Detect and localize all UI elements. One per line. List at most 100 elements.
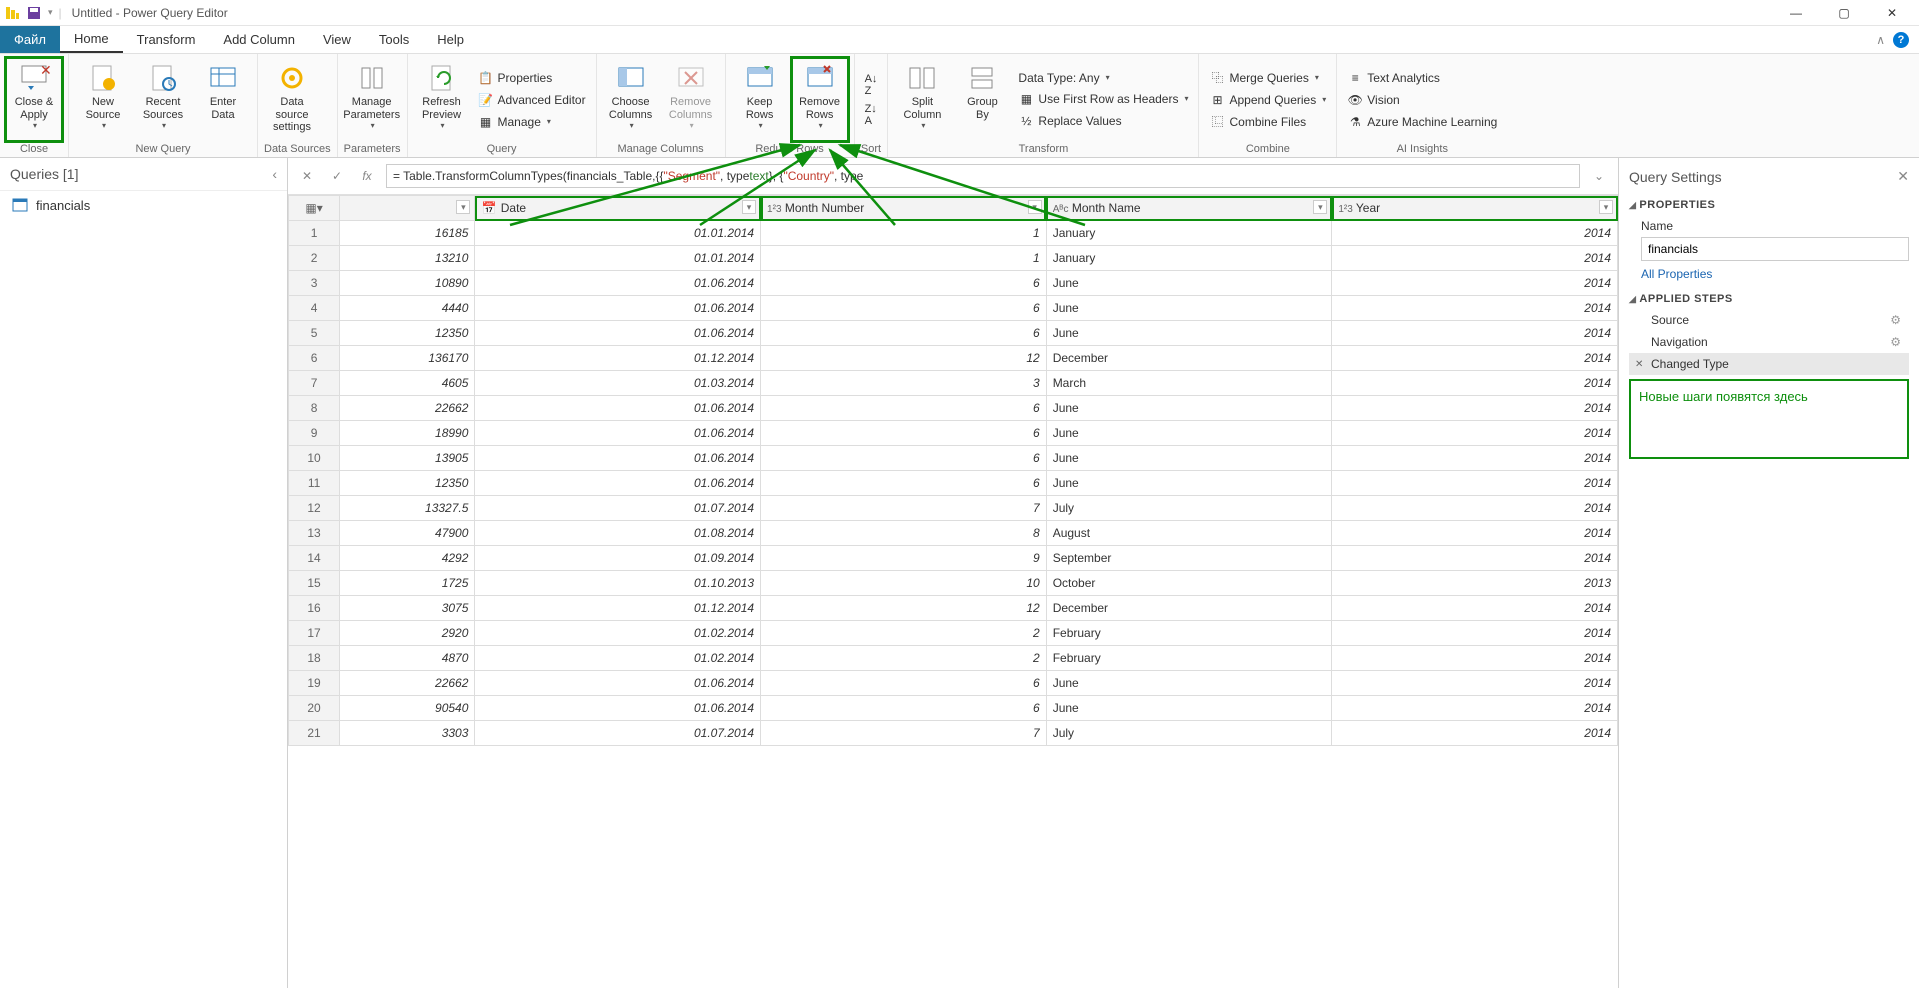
- sort-desc-button[interactable]: Z↓A: [861, 101, 882, 129]
- cell[interactable]: June: [1046, 671, 1332, 696]
- cell[interactable]: 6: [761, 696, 1047, 721]
- cell[interactable]: 1: [761, 246, 1047, 271]
- data-grid[interactable]: ▦▾ ▾ 📅 Date▾ 1²3 Month Number▾ Aᴮc Month…: [288, 195, 1618, 988]
- cell[interactable]: 2014: [1332, 446, 1618, 471]
- cell[interactable]: 4292: [340, 546, 475, 571]
- tab-tools[interactable]: Tools: [365, 26, 423, 53]
- table-row[interactable]: 14 4292 01.09.2014 9 September 2014: [289, 546, 1618, 571]
- table-row[interactable]: 11 12350 01.06.2014 6 June 2014: [289, 471, 1618, 496]
- cell[interactable]: 01.01.2014: [475, 246, 761, 271]
- step-source[interactable]: Source⚙: [1629, 309, 1909, 331]
- filter-icon[interactable]: ▾: [456, 200, 470, 214]
- remove-columns-button[interactable]: RemoveColumns: [663, 58, 719, 141]
- cell[interactable]: 10: [761, 571, 1047, 596]
- applied-steps-header[interactable]: APPLIED STEPS: [1629, 287, 1909, 309]
- table-row[interactable]: 6 136170 01.12.2014 12 December 2014: [289, 346, 1618, 371]
- table-row[interactable]: 5 12350 01.06.2014 6 June 2014: [289, 321, 1618, 346]
- cell[interactable]: 6: [761, 321, 1047, 346]
- cell[interactable]: 01.02.2014: [475, 646, 761, 671]
- cell[interactable]: 2014: [1332, 371, 1618, 396]
- accept-formula-icon[interactable]: ✓: [326, 165, 348, 187]
- cell[interactable]: 2014: [1332, 471, 1618, 496]
- cell[interactable]: 4870: [340, 646, 475, 671]
- cell[interactable]: 2014: [1332, 546, 1618, 571]
- col-year[interactable]: 1²3 Year▾: [1332, 196, 1618, 221]
- cell[interactable]: 16185: [340, 221, 475, 246]
- choose-columns-button[interactable]: ChooseColumns: [603, 58, 659, 141]
- text-analytics-button[interactable]: ≡Text Analytics: [1343, 68, 1501, 88]
- table-row[interactable]: 3 10890 01.06.2014 6 June 2014: [289, 271, 1618, 296]
- formula-input[interactable]: = Table.TransformColumnTypes(financials_…: [386, 164, 1580, 188]
- cell[interactable]: 01.06.2014: [475, 271, 761, 296]
- step-navigation[interactable]: Navigation⚙: [1629, 331, 1909, 353]
- cell[interactable]: June: [1046, 696, 1332, 721]
- cell[interactable]: 01.02.2014: [475, 621, 761, 646]
- cell[interactable]: October: [1046, 571, 1332, 596]
- cell[interactable]: 2014: [1332, 671, 1618, 696]
- tab-transform[interactable]: Transform: [123, 26, 210, 53]
- tab-view[interactable]: View: [309, 26, 365, 53]
- qat-dropdown-icon[interactable]: ▾: [48, 7, 53, 18]
- close-apply-button[interactable]: ✕ Close &Apply: [6, 58, 62, 141]
- cell[interactable]: June: [1046, 421, 1332, 446]
- data-source-settings-button[interactable]: Data sourcesettings: [264, 58, 320, 141]
- enter-data-button[interactable]: EnterData: [195, 58, 251, 141]
- cancel-formula-icon[interactable]: ✕: [296, 165, 318, 187]
- filter-icon[interactable]: ▾: [1028, 200, 1042, 214]
- minimize-button[interactable]: —: [1781, 3, 1811, 23]
- all-properties-link[interactable]: All Properties: [1641, 261, 1909, 287]
- cell[interactable]: 01.07.2014: [475, 496, 761, 521]
- cell[interactable]: June: [1046, 471, 1332, 496]
- cell[interactable]: 3: [761, 371, 1047, 396]
- maximize-button[interactable]: ▢: [1829, 3, 1859, 23]
- query-name-input[interactable]: [1641, 237, 1909, 261]
- new-source-button[interactable]: NewSource: [75, 58, 131, 141]
- col-unnamed[interactable]: ▾: [340, 196, 475, 221]
- gear-icon[interactable]: ⚙: [1890, 313, 1901, 327]
- cell[interactable]: 6: [761, 421, 1047, 446]
- cell[interactable]: 9: [761, 546, 1047, 571]
- cell[interactable]: 01.01.2014: [475, 221, 761, 246]
- cell[interactable]: February: [1046, 646, 1332, 671]
- query-item-financials[interactable]: financials: [0, 191, 287, 219]
- table-row[interactable]: 17 2920 01.02.2014 2 February 2014: [289, 621, 1618, 646]
- tab-home[interactable]: Home: [60, 26, 123, 53]
- cell[interactable]: 18990: [340, 421, 475, 446]
- cell[interactable]: 2: [761, 646, 1047, 671]
- tab-add-column[interactable]: Add Column: [209, 26, 309, 53]
- cell[interactable]: December: [1046, 596, 1332, 621]
- cell[interactable]: 3075: [340, 596, 475, 621]
- table-row[interactable]: 4 4440 01.06.2014 6 June 2014: [289, 296, 1618, 321]
- cell[interactable]: September: [1046, 546, 1332, 571]
- manage-button[interactable]: ▦Manage: [474, 112, 590, 132]
- cell[interactable]: 2014: [1332, 321, 1618, 346]
- table-row[interactable]: 21 3303 01.07.2014 7 July 2014: [289, 721, 1618, 746]
- table-row[interactable]: 9 18990 01.06.2014 6 June 2014: [289, 421, 1618, 446]
- cell[interactable]: January: [1046, 221, 1332, 246]
- filter-icon[interactable]: ▾: [742, 200, 756, 214]
- table-row[interactable]: 12 13327.5 01.07.2014 7 July 2014: [289, 496, 1618, 521]
- cell[interactable]: 8: [761, 521, 1047, 546]
- cell[interactable]: 2014: [1332, 396, 1618, 421]
- cell[interactable]: 01.07.2014: [475, 721, 761, 746]
- cell[interactable]: 7: [761, 496, 1047, 521]
- filter-icon[interactable]: ▾: [1313, 200, 1327, 214]
- manage-parameters-button[interactable]: ManageParameters: [344, 58, 400, 141]
- properties-button[interactable]: 📋Properties: [474, 68, 590, 88]
- refresh-preview-button[interactable]: RefreshPreview: [414, 58, 470, 141]
- sort-asc-button[interactable]: A↓Z: [861, 71, 882, 99]
- append-queries-button[interactable]: ⊞Append Queries: [1205, 90, 1330, 110]
- combine-files-button[interactable]: ⿺Combine Files: [1205, 112, 1330, 132]
- cell[interactable]: August: [1046, 521, 1332, 546]
- first-row-headers-button[interactable]: ▦Use First Row as Headers: [1014, 89, 1192, 109]
- table-row[interactable]: 13 47900 01.08.2014 8 August 2014: [289, 521, 1618, 546]
- cell[interactable]: 01.09.2014: [475, 546, 761, 571]
- cell[interactable]: 6: [761, 396, 1047, 421]
- tab-file[interactable]: Файл: [0, 26, 60, 53]
- col-date[interactable]: 📅 Date▾: [475, 196, 761, 221]
- cell[interactable]: 3303: [340, 721, 475, 746]
- cell[interactable]: 12350: [340, 471, 475, 496]
- cell[interactable]: 01.06.2014: [475, 321, 761, 346]
- cell[interactable]: 2014: [1332, 221, 1618, 246]
- step-changed-type[interactable]: Changed Type: [1629, 353, 1909, 375]
